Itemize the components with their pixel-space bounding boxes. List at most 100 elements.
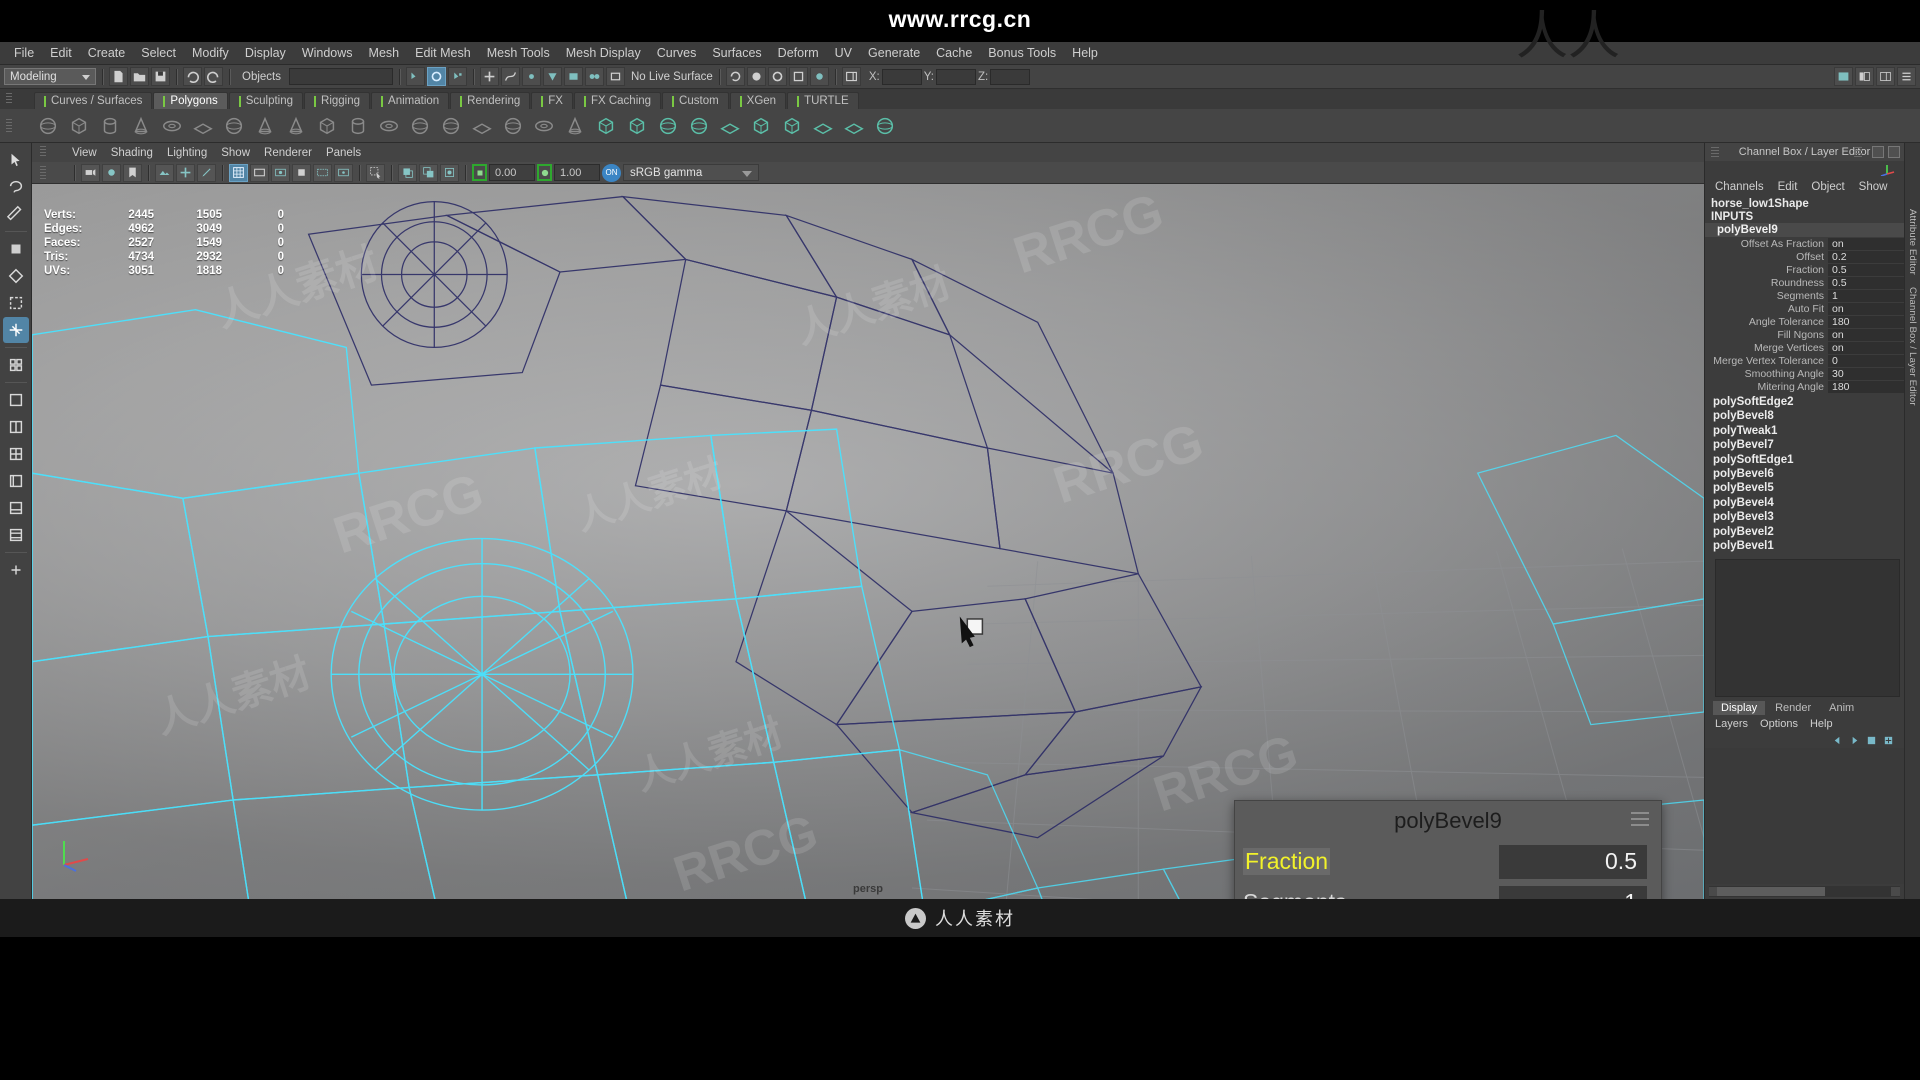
layer-prev-icon[interactable] [1832,735,1843,746]
popup-row[interactable]: Fraction 0.5 [1235,841,1661,882]
channel-box-grip-2[interactable] [1854,147,1862,157]
side-tab-attribute-editor[interactable]: Attribute Editor [1907,203,1918,281]
screen-space-ao-icon[interactable] [440,163,459,182]
menu-item-edit[interactable]: Edit [42,44,80,62]
shelf-tab-curves-surfaces[interactable]: Curves / Surfaces [34,92,153,109]
channel-attribute-value[interactable]: on [1828,328,1904,341]
scroll-right-arrow[interactable] [1891,887,1900,896]
image-plane-icon[interactable] [155,163,174,182]
polygon-disc-icon[interactable] [220,112,248,140]
input-node-item[interactable]: polyBevel4 [1713,496,1904,510]
menu-item-curves[interactable]: Curves [649,44,705,62]
menu-item-surfaces[interactable]: Surfaces [704,44,769,62]
input-node-item[interactable]: polyBevel1 [1713,539,1904,553]
polygon-cylinder-icon[interactable] [96,112,124,140]
input-node-item[interactable]: polyBevel8 [1713,409,1904,423]
scale-tool-icon[interactable] [3,290,29,316]
input-node-item[interactable]: polyBevel7 [1713,438,1904,452]
display-shadows-icon[interactable] [419,163,438,182]
menu-item-mesh-tools[interactable]: Mesh Tools [479,44,558,62]
make-live-icon[interactable] [585,67,604,86]
channel-box-menu-edit[interactable]: Edit [1778,181,1798,193]
channel-box-menu-object[interactable]: Object [1811,181,1844,193]
snap-view-plane-icon[interactable] [564,67,583,86]
menu-item-help[interactable]: Help [1064,44,1106,62]
select-tool-icon[interactable] [3,147,29,173]
channel-attribute-row[interactable]: Fraction 0.5 [1705,263,1904,276]
menu-item-windows[interactable]: Windows [294,44,361,62]
rotate-tool-icon[interactable] [3,263,29,289]
menu-item-mesh[interactable]: Mesh [361,44,408,62]
selection-field[interactable] [289,68,393,85]
film-gate-icon[interactable] [250,163,269,182]
booleans-icon[interactable] [654,112,682,140]
snap-point-icon[interactable] [522,67,541,86]
layer-menu-layers[interactable]: Layers [1715,718,1748,730]
popup-menu-icon[interactable] [1631,812,1649,826]
channel-attribute-row[interactable]: Merge Vertex Tolerance 0 [1705,354,1904,367]
viewport-toolbar-grip[interactable] [40,166,46,179]
polygon-prism-icon[interactable] [313,112,341,140]
polygon-helix-icon[interactable] [375,112,403,140]
panel-menu-show[interactable]: Show [221,147,250,159]
toggle-sidebar-icon[interactable] [841,67,861,86]
make-hole-icon[interactable] [871,112,899,140]
polygon-soccer-ball-icon[interactable] [437,112,465,140]
channel-attribute-value[interactable]: 0.5 [1828,263,1904,276]
layer-play-icon[interactable] [1849,735,1860,746]
live-surface-box-icon[interactable] [606,67,625,86]
menu-item-bonus-tools[interactable]: Bonus Tools [980,44,1064,62]
polygon-ultra-shape-icon[interactable] [530,112,558,140]
channel-attribute-row[interactable]: Smoothing Angle 30 [1705,367,1904,380]
input-node-item[interactable]: polySoftEdge2 [1713,395,1904,409]
menu-item-modify[interactable]: Modify [184,44,237,62]
show-hide-outliner-icon[interactable] [1897,67,1916,86]
select-camera-icon[interactable] [81,163,100,182]
menu-item-select[interactable]: Select [133,44,184,62]
panel-menu-panels[interactable]: Panels [326,147,361,159]
select-by-object-icon[interactable] [427,67,446,86]
hypershade-icon[interactable] [809,67,829,86]
universal-manipulator-icon[interactable] [2,317,29,343]
shelf-tab-grip[interactable] [6,93,12,105]
render-settings-icon[interactable] [788,67,808,86]
exposure-reset-icon[interactable] [472,164,487,181]
open-scene-icon[interactable] [130,67,149,86]
view-transform-dropdown[interactable]: sRGB gamma [623,164,759,181]
xray-icon[interactable] [313,163,332,182]
smooth-icon[interactable] [685,112,713,140]
mirror-geometry-icon[interactable] [716,112,744,140]
channel-attribute-row[interactable]: Merge Vertices on [1705,341,1904,354]
polygon-platonic-icon[interactable] [251,112,279,140]
channel-attribute-row[interactable]: Auto Fit on [1705,302,1904,315]
append-to-polygon-icon[interactable] [840,112,868,140]
panel-menu-view[interactable]: View [72,147,97,159]
layer-tab-render[interactable]: Render [1767,701,1820,716]
select-by-hierarchy-icon[interactable] [406,67,425,86]
history-icon[interactable] [725,67,745,86]
polybevel-popup-panel[interactable]: polyBevel9 Fraction0.5Segments1Auto FitO… [1234,800,1662,899]
channel-attribute-value[interactable]: 1 [1828,289,1904,302]
menu-item-uv[interactable]: UV [827,44,860,62]
polygon-cone-icon[interactable] [127,112,155,140]
scrollbar-thumb[interactable] [1717,887,1825,896]
shelf-tab-polygons[interactable]: Polygons [153,92,228,109]
polygon-pyramid-icon[interactable] [282,112,310,140]
bridge-icon[interactable] [809,112,837,140]
channel-attribute-value[interactable]: 30 [1828,367,1904,380]
menu-item-file[interactable]: File [6,44,42,62]
channel-attribute-value[interactable]: 0.5 [1828,276,1904,289]
quick-layout-two-pane-icon[interactable] [3,414,29,440]
layer-list[interactable] [1705,748,1904,884]
channel-attribute-row[interactable]: Segments 1 [1705,289,1904,302]
toolbox-extra-icon[interactable] [3,557,29,583]
menu-item-create[interactable]: Create [80,44,134,62]
coord-y-input[interactable] [935,68,976,85]
shelf-tab-rendering[interactable]: Rendering [450,92,531,109]
redo-icon[interactable] [204,67,223,86]
sculpt-geometry-icon[interactable] [561,112,589,140]
ipr-render-icon[interactable] [767,67,787,86]
channel-box-menu-channels[interactable]: Channels [1715,181,1764,193]
combine-icon[interactable] [592,112,620,140]
coord-x-input[interactable] [881,68,922,85]
